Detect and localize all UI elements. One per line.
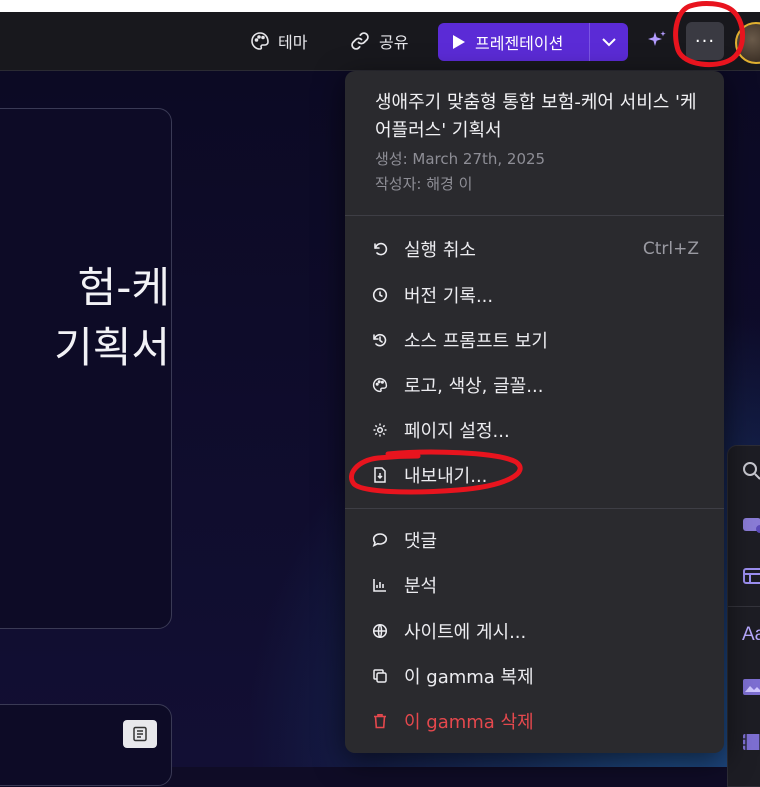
menu-item-analytics[interactable]: 분석	[345, 565, 724, 605]
present-dropdown-button[interactable]	[589, 23, 628, 61]
palette-icon	[370, 377, 390, 393]
menu-item-label: 버전 기록...	[404, 286, 494, 307]
menu-item-delete[interactable]: 이 gamma 삭제	[345, 701, 724, 741]
sparkle-icon	[648, 31, 666, 46]
menu-item-duplicate[interactable]: 이 gamma 복제	[345, 656, 724, 696]
more-options-button[interactable]: ···	[686, 22, 724, 60]
play-icon	[453, 35, 465, 49]
menu-item-comments[interactable]: 댓글	[345, 520, 724, 560]
menu-item-page-settings[interactable]: 페이지 설정...	[345, 410, 724, 450]
side-panel-divider	[728, 606, 760, 607]
analytics-icon	[370, 577, 390, 593]
author: 작성자: 해경 이	[375, 175, 473, 193]
video-icon[interactable]	[742, 732, 760, 752]
menu-item-label: 페이지 설정...	[404, 421, 510, 442]
search-icon[interactable]	[742, 461, 760, 481]
palette-icon	[251, 32, 269, 50]
created-date: 생성: March 27th, 2025	[375, 150, 546, 168]
undo-icon	[370, 241, 390, 257]
slide-title-line2: 기획서	[54, 323, 170, 372]
share-button[interactable]: 공유	[349, 23, 408, 59]
theme-label: 테마	[278, 33, 308, 52]
menu-item-label: 이 gamma 삭제	[404, 712, 534, 733]
image-icon[interactable]	[742, 678, 760, 696]
menu-item-branding[interactable]: 로고, 색상, 글꼴...	[345, 365, 724, 405]
document-title: 생애주기 맞춤형 통합 보험-케어 서비스 '케어플러스' 기획서	[375, 92, 697, 141]
theme-button[interactable]: 테마	[250, 23, 307, 59]
link-icon	[351, 32, 369, 50]
menu-item-label: 사이트에 게시...	[404, 622, 527, 643]
note-icon	[133, 726, 147, 742]
share-label: 공유	[379, 33, 409, 52]
notes-button[interactable]	[123, 720, 157, 748]
insert-side-panel: Aa	[727, 445, 760, 787]
menu-item-label: 분석	[404, 576, 438, 597]
menu-item-version-history[interactable]: 버전 기록...	[345, 275, 724, 315]
history-icon	[370, 332, 390, 348]
globe-icon	[370, 623, 390, 639]
window-top-edge	[0, 0, 760, 12]
menu-item-label: 로고, 색상, 글꼴...	[404, 376, 544, 397]
present-label: 프레젠테이션	[475, 34, 564, 53]
export-file-icon	[370, 467, 390, 483]
comment-icon	[370, 532, 390, 548]
slide-title-line1: 험-케	[77, 263, 170, 312]
menu-item-label: 실행 취소	[404, 240, 476, 261]
slide-title[interactable]: 험-케 기획서	[0, 258, 170, 378]
menu-item-source-prompt[interactable]: 소스 프롬프트 보기	[345, 320, 724, 360]
gear-icon	[370, 422, 390, 438]
menu-item-label: 소스 프롬프트 보기	[404, 331, 548, 352]
layout-icon[interactable]	[742, 566, 760, 586]
present-split-button: 프레젠테이션	[438, 23, 628, 61]
clock-icon	[370, 287, 390, 303]
menu-divider	[345, 215, 724, 216]
menu-divider	[345, 508, 724, 509]
present-button[interactable]: 프레젠테이션	[438, 23, 589, 61]
menu-item-label: 내보내기...	[404, 466, 488, 487]
menu-item-publish-site[interactable]: 사이트에 게시...	[345, 611, 724, 651]
ai-assistant-button[interactable]	[646, 30, 668, 56]
menu-item-export[interactable]: 내보내기...	[345, 455, 724, 495]
menu-item-label: 댓글	[404, 531, 438, 552]
menu-item-undo[interactable]: 실행 취소 Ctrl+Z	[345, 229, 724, 269]
duplicate-icon	[370, 668, 390, 684]
chevron-down-icon	[602, 38, 616, 47]
text-tool-button[interactable]: Aa	[742, 624, 760, 646]
menu-item-label: 이 gamma 복제	[404, 667, 534, 688]
trash-icon	[370, 713, 390, 729]
shortcut-hint: Ctrl+Z	[642, 239, 699, 259]
card-template-icon[interactable]	[742, 514, 760, 534]
more-options-menu: 생애주기 맞춤형 통합 보험-케어 서비스 '케어플러스' 기획서 생성: Ma…	[345, 71, 724, 753]
